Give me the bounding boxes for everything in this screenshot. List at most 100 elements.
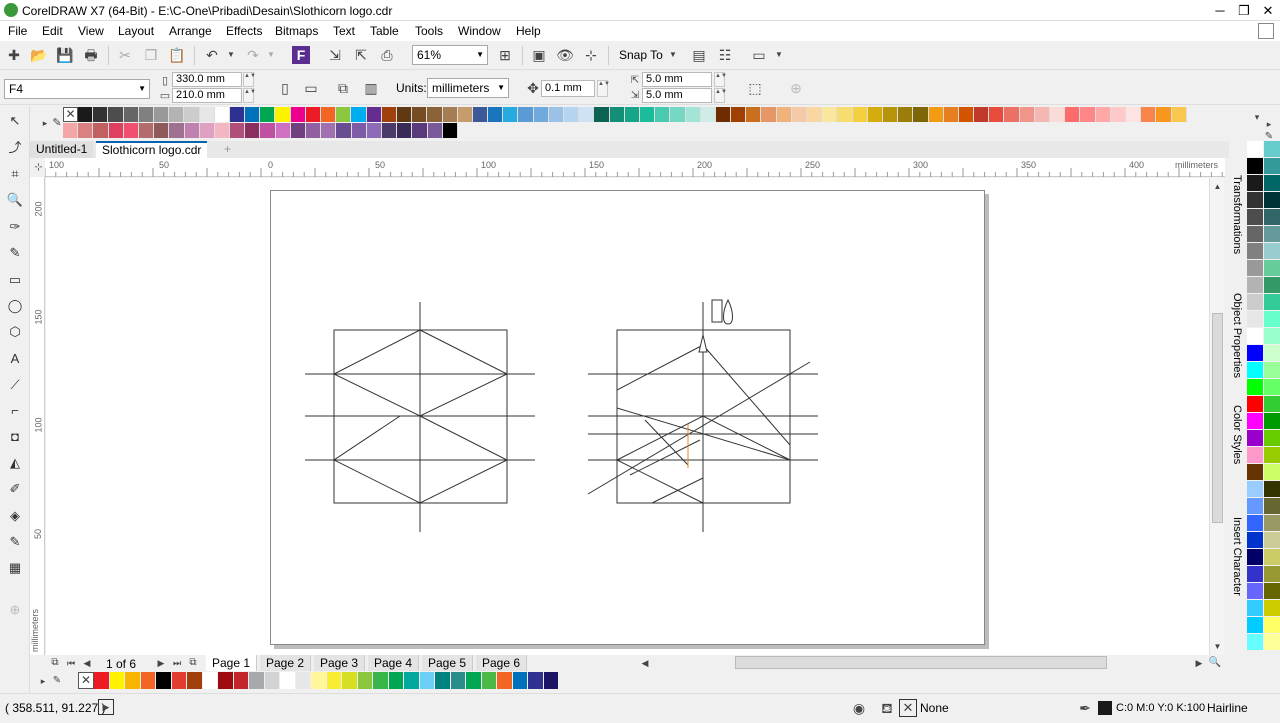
color-proof-icon[interactable]: ◉	[850, 699, 868, 717]
color-swatch[interactable]	[381, 107, 397, 122]
duplicate-distance-x-field[interactable]: 5.0 mm	[642, 72, 712, 87]
fill-bucket-icon[interactable]: ⛾	[878, 699, 896, 717]
color-swatch[interactable]	[184, 107, 200, 122]
color-swatch[interactable]	[481, 672, 497, 689]
chevron-down-icon[interactable]: ▼	[770, 46, 788, 64]
add-icon[interactable]: ⊕	[787, 79, 805, 97]
vertical-ruler[interactable]: 200 150 100 50 millimeters	[30, 177, 45, 657]
import-icon[interactable]: ⇲	[326, 46, 344, 64]
color-swatch[interactable]	[518, 107, 534, 122]
color-swatch[interactable]	[1247, 430, 1263, 446]
undo-dropdown-icon[interactable]: ▼	[222, 46, 240, 64]
color-swatch[interactable]	[275, 107, 291, 122]
color-swatch[interactable]	[93, 123, 109, 138]
color-swatch[interactable]	[229, 107, 246, 122]
horizontal-scroll-thumb[interactable]	[735, 656, 1107, 669]
color-swatch[interactable]	[1156, 107, 1172, 122]
new-document-icon[interactable]: ✚	[5, 46, 23, 64]
color-swatch[interactable]	[1264, 209, 1280, 225]
color-swatch[interactable]	[898, 107, 914, 122]
color-swatch[interactable]	[1247, 345, 1263, 361]
height-spinner[interactable]: ▲▼	[243, 88, 256, 103]
color-swatch[interactable]	[366, 107, 382, 122]
color-palette-row-2[interactable]	[63, 123, 458, 138]
color-swatch[interactable]	[1110, 107, 1126, 122]
color-swatch[interactable]	[123, 107, 139, 122]
color-swatch[interactable]	[230, 123, 246, 138]
color-swatch[interactable]	[305, 107, 321, 122]
page-tab-1[interactable]: Page 1	[206, 655, 258, 671]
document-palette[interactable]	[94, 672, 559, 689]
polygon-tool-icon[interactable]: ⬡	[6, 323, 24, 341]
color-swatch[interactable]	[1247, 566, 1263, 582]
color-swatch[interactable]	[989, 107, 1005, 122]
menu-bitmaps[interactable]: Bitmaps	[275, 23, 318, 39]
menu-window[interactable]: Window	[458, 23, 501, 39]
color-swatch[interactable]	[169, 123, 185, 138]
color-swatch[interactable]	[187, 672, 203, 689]
color-swatch[interactable]	[1264, 532, 1280, 548]
color-swatch[interactable]	[715, 107, 732, 122]
color-swatch[interactable]	[867, 107, 883, 122]
color-swatch[interactable]	[245, 107, 261, 122]
tab-slothicorn-logo[interactable]: Slothicorn logo.cdr	[96, 141, 208, 158]
color-swatch[interactable]	[1247, 243, 1263, 259]
color-swatch[interactable]	[412, 107, 428, 122]
color-swatch[interactable]	[373, 672, 389, 689]
color-swatch[interactable]	[1247, 311, 1263, 327]
text-tool-icon[interactable]: A	[6, 350, 24, 368]
chevron-down-icon[interactable]: ▼	[664, 46, 682, 64]
smart-drawing-tool-icon[interactable]: ✎	[6, 533, 24, 551]
color-swatch[interactable]	[336, 107, 352, 122]
color-swatch[interactable]	[171, 672, 187, 689]
color-swatch[interactable]	[214, 123, 231, 138]
menu-arrange[interactable]: Arrange	[169, 23, 212, 39]
all-pages-icon[interactable]: ⧉	[334, 79, 352, 97]
color-swatch[interactable]	[1264, 294, 1280, 310]
color-swatch[interactable]	[1264, 396, 1280, 412]
no-color-swatch-icon[interactable]: ✕	[78, 672, 94, 689]
color-swatch[interactable]	[78, 123, 94, 138]
zoom-level-combo[interactable]: 61% ▼	[412, 45, 488, 65]
page-tab-4[interactable]: Page 4	[368, 655, 420, 671]
color-swatch[interactable]	[1247, 141, 1263, 157]
show-rulers-icon[interactable]: 👁	[556, 46, 574, 64]
color-swatch[interactable]	[1264, 277, 1280, 293]
mesh-fill-tool-icon[interactable]: ▦	[6, 559, 24, 577]
no-color-swatch-icon[interactable]: ✕	[63, 107, 78, 122]
color-swatch[interactable]	[450, 672, 466, 689]
color-swatch[interactable]	[260, 107, 276, 122]
color-swatch[interactable]	[388, 672, 404, 689]
play-icon[interactable]: ▶	[98, 699, 114, 715]
color-swatch[interactable]	[624, 107, 640, 122]
right-color-palette[interactable]	[1247, 141, 1280, 656]
color-swatch[interactable]	[1264, 328, 1280, 344]
color-swatch[interactable]	[280, 672, 296, 689]
color-swatch[interactable]	[412, 123, 428, 138]
docker-tab-transformations[interactable]: Transformations	[1231, 175, 1243, 275]
color-swatch[interactable]	[342, 672, 358, 689]
menu-help[interactable]: Help	[516, 23, 541, 39]
color-swatch[interactable]	[138, 107, 154, 122]
color-swatch[interactable]	[1034, 107, 1050, 122]
freehand-tool-icon[interactable]: ✑	[6, 218, 24, 236]
zoom-navigator-icon[interactable]: 🔍	[1206, 654, 1224, 672]
color-swatch[interactable]	[528, 672, 544, 689]
color-swatch[interactable]	[609, 107, 625, 122]
color-swatch[interactable]	[958, 107, 975, 122]
color-swatch[interactable]	[1247, 294, 1263, 310]
ellipse-tool-icon[interactable]: ◯	[6, 297, 24, 315]
color-swatch[interactable]	[381, 123, 398, 138]
color-swatch[interactable]	[974, 107, 990, 122]
interactive-fill-tool-icon[interactable]: ◈	[6, 507, 24, 525]
color-swatch[interactable]	[466, 672, 482, 689]
color-swatch[interactable]	[169, 107, 185, 122]
add-page-after-icon[interactable]: ⧉	[184, 654, 202, 672]
color-swatch[interactable]	[260, 123, 276, 138]
connector-tool-icon[interactable]: ⌐	[6, 402, 24, 420]
color-swatch[interactable]	[472, 107, 489, 122]
color-swatch[interactable]	[435, 672, 451, 689]
cut-icon[interactable]: ✂	[116, 46, 134, 64]
shape-tool-icon[interactable]: ⤴	[6, 139, 24, 157]
save-icon[interactable]: 💾	[56, 46, 74, 64]
